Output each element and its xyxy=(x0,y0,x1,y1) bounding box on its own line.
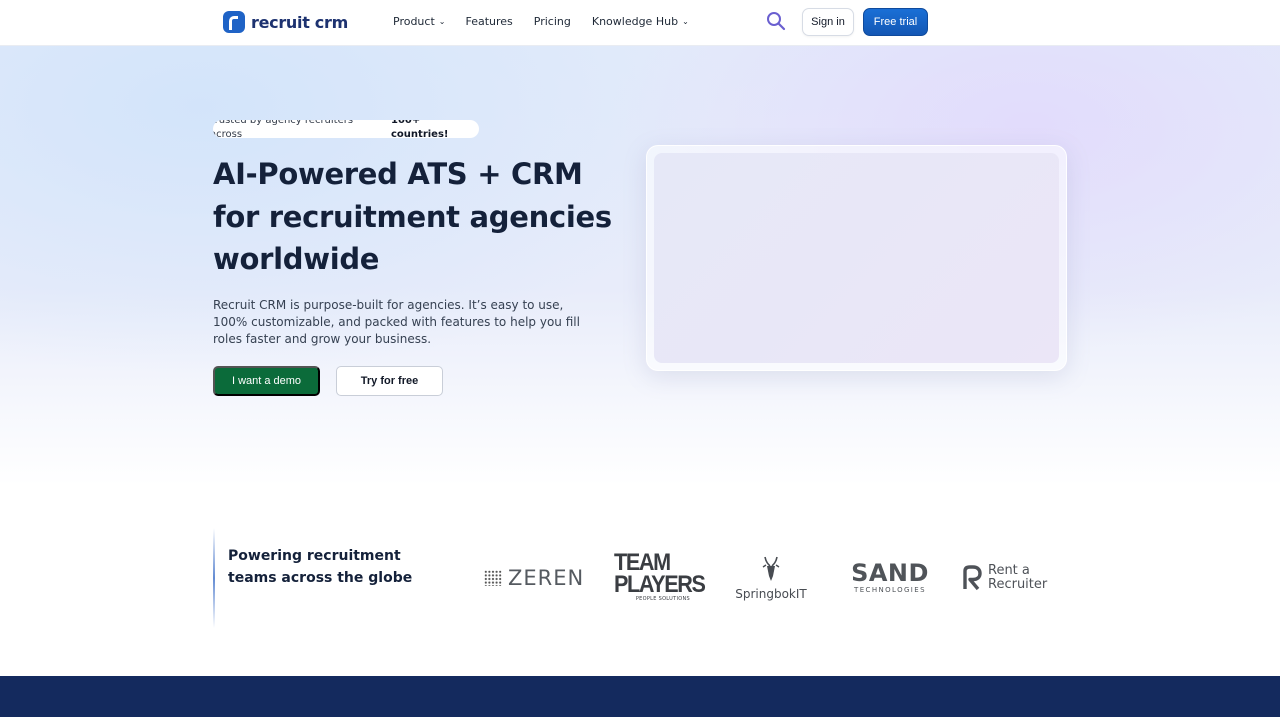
nav-item-features[interactable]: Features xyxy=(465,15,512,28)
chevron-down-icon: ⌄ xyxy=(682,17,689,26)
springbok-head-icon xyxy=(762,556,780,581)
logo-text: SpringbokIT xyxy=(735,587,807,601)
customer-logo-zeren: ZEREN xyxy=(484,566,584,590)
customer-logo-sand-technologies: SAND TECHNOLOGIES xyxy=(848,561,932,594)
logo-text: recruit crm xyxy=(251,12,348,32)
nav-item-pricing[interactable]: Pricing xyxy=(534,15,571,28)
customer-logo-springbokit: SpringbokIT xyxy=(727,556,815,601)
try-free-button[interactable]: Try for free xyxy=(336,366,443,396)
hero-title: AI-Powered ATS + CRM for recruitment age… xyxy=(213,157,612,276)
site-header: recruit crm Product ⌄ Features Pricing K… xyxy=(0,0,1280,46)
logo-text: Rent a Recruiter xyxy=(988,563,1048,592)
customer-logo-rent-a-recruiter: Rent a Recruiter xyxy=(962,564,1054,591)
logo-text: ZEREN xyxy=(508,566,585,590)
hero-media-placeholder xyxy=(654,153,1059,363)
nav-label: Product xyxy=(393,15,435,28)
recruit-crm-logo-icon xyxy=(223,11,245,33)
demo-button[interactable]: I want a demo xyxy=(213,366,320,396)
accent-divider xyxy=(213,528,215,628)
zeren-grid-icon xyxy=(484,570,502,586)
hero-media-card[interactable] xyxy=(646,145,1067,371)
site-logo[interactable]: recruit crm xyxy=(223,11,348,33)
logo-subtext: TECHNOLOGIES xyxy=(854,586,926,594)
hero-section xyxy=(0,46,1280,486)
sign-in-button[interactable]: Sign in xyxy=(802,8,854,36)
trust-badge: Trusted by agency recruiters across 100+… xyxy=(213,120,479,138)
free-trial-button[interactable]: Free trial xyxy=(863,8,928,36)
nav-label: Knowledge Hub xyxy=(591,15,679,28)
trust-countries: 100+ countries! xyxy=(391,120,449,138)
rent-a-recruiter-r-icon xyxy=(963,564,982,590)
nav-item-knowledge-hub[interactable]: Knowledge Hub ⌄ xyxy=(592,15,689,28)
main-nav: Product ⌄ Features Pricing Knowledge Hub… xyxy=(393,15,689,28)
chevron-down-icon: ⌄ xyxy=(438,17,446,26)
logo-text: SAND xyxy=(851,559,929,587)
nav-label: Features xyxy=(465,15,513,28)
customer-logo-team-players: TEAM PLAYERS PEOPLE SOLUTIONS xyxy=(614,549,706,603)
logo-text: TEAM PLAYERS xyxy=(614,549,706,598)
nav-label: Pricing xyxy=(533,15,571,28)
trust-text: Trusted by agency recruiters across xyxy=(213,120,354,138)
next-section-band xyxy=(0,676,1280,717)
search-icon[interactable] xyxy=(766,11,786,31)
logos-heading: Powering recruitment teams across the gl… xyxy=(228,548,413,586)
hero-description: Recruit CRM is purpose-built for agencie… xyxy=(213,298,580,347)
nav-item-product[interactable]: Product ⌄ xyxy=(393,15,445,28)
